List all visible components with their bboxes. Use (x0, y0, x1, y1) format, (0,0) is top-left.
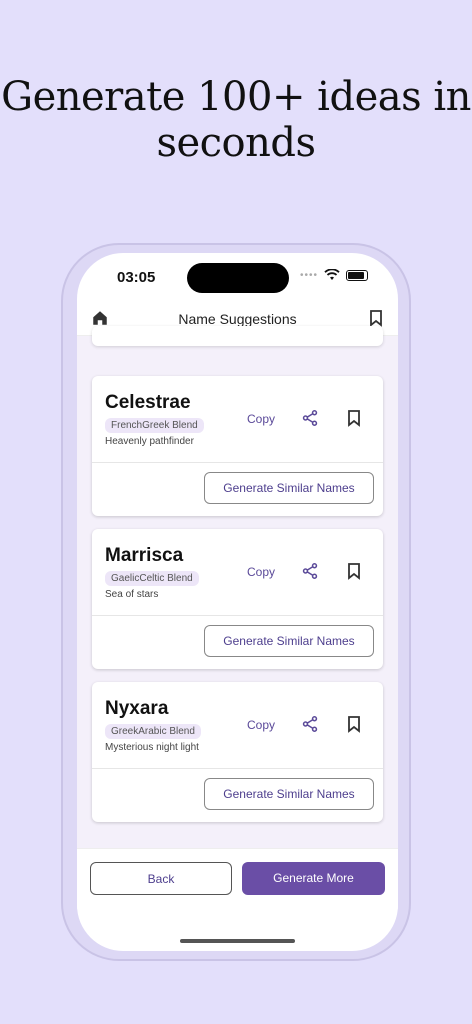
battery-icon (346, 269, 368, 281)
back-button[interactable]: Back (90, 862, 232, 895)
wifi-icon (324, 269, 340, 280)
bottom-action-bar: Back Generate More (77, 848, 398, 909)
origin-tag: GaelicCeltic Blend (105, 571, 199, 586)
bookmark-icon[interactable] (346, 715, 362, 733)
name-meaning: Heavenly pathfinder (105, 436, 194, 447)
generate-similar-button[interactable]: Generate Similar Names (204, 472, 374, 504)
status-time: 03:05 (117, 269, 156, 286)
home-indicator (180, 939, 295, 943)
suggestion-list[interactable]: Celestrae FrenchGreek Blend Heavenly pat… (77, 326, 398, 848)
bookmark-icon[interactable] (368, 309, 384, 327)
page-title: Name Suggestions (178, 311, 297, 327)
name-card: Nyxara GreekArabic Blend Mysterious nigh… (92, 682, 383, 822)
generate-more-button[interactable]: Generate More (242, 862, 385, 895)
list-item (92, 326, 383, 346)
status-icons: •••• (300, 269, 368, 281)
share-icon[interactable] (301, 715, 319, 733)
share-icon[interactable] (301, 562, 319, 580)
copy-button[interactable]: Copy (247, 718, 275, 732)
divider (92, 615, 383, 616)
dynamic-island (187, 263, 289, 293)
copy-button[interactable]: Copy (247, 565, 275, 579)
origin-tag: FrenchGreek Blend (105, 418, 204, 433)
origin-tag: GreekArabic Blend (105, 724, 201, 739)
name-meaning: Mysterious night light (105, 742, 199, 753)
name-card: Marrisca GaelicCeltic Blend Sea of stars… (92, 529, 383, 669)
name-text: Nyxara (105, 698, 169, 719)
phone-screen: 03:05 •••• Name Suggestions Celestrae Fr… (77, 253, 398, 951)
generate-similar-button[interactable]: Generate Similar Names (204, 625, 374, 657)
name-card: Celestrae FrenchGreek Blend Heavenly pat… (92, 376, 383, 516)
divider (92, 768, 383, 769)
bookmark-icon[interactable] (346, 562, 362, 580)
generate-similar-button[interactable]: Generate Similar Names (204, 778, 374, 810)
copy-button[interactable]: Copy (247, 412, 275, 426)
name-text: Marrisca (105, 545, 184, 566)
name-meaning: Sea of stars (105, 589, 159, 600)
name-text: Celestrae (105, 392, 191, 413)
bookmark-icon[interactable] (346, 409, 362, 427)
divider (92, 462, 383, 463)
signal-icon: •••• (299, 269, 318, 281)
headline: Generate 100+ ideas in seconds (1, 74, 471, 166)
share-icon[interactable] (301, 409, 319, 427)
